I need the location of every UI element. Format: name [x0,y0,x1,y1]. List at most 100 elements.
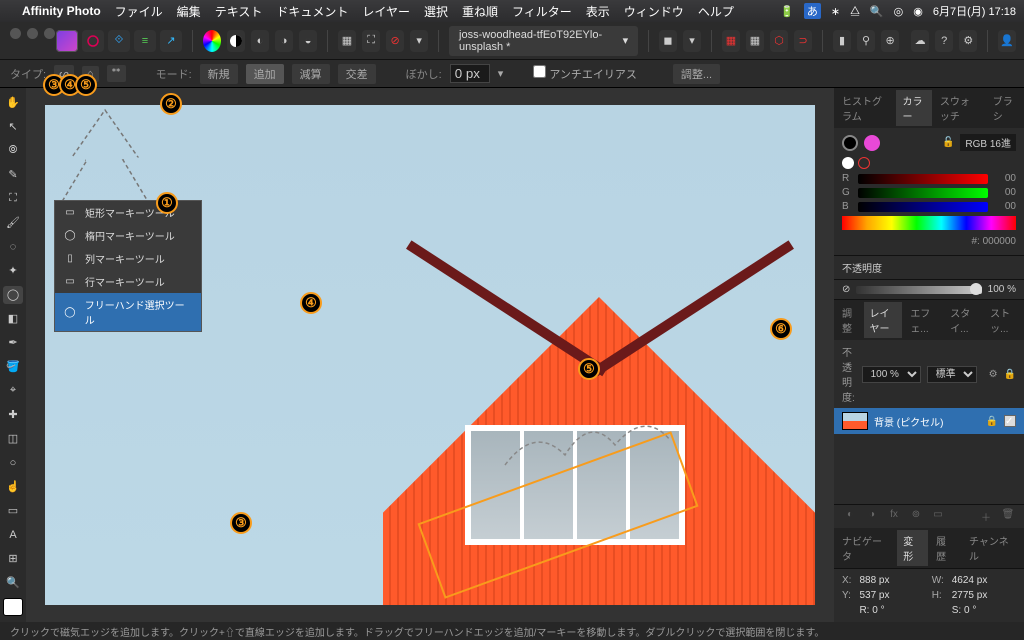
menu-document[interactable]: ドキュメント [276,3,348,20]
menu-text[interactable]: テキスト [215,3,263,20]
menu-help[interactable]: ヘルプ [698,3,734,20]
reset-swatch-icon[interactable] [842,157,854,169]
delete-layer-icon[interactable]: 🗑 [1000,509,1016,524]
canvas-area[interactable]: ▭矩形マーキーツール ◯楕円マーキーツール ▯列マーキーツール ▭行マーキーツー… [26,88,834,622]
flood-select-icon[interactable]: ✦ [3,262,23,280]
layer-row-bg[interactable]: 背景 (ピクセル) 🔒 ✓ [834,408,1024,434]
bg-swatch[interactable] [864,135,880,151]
mode-intersect[interactable]: 交差 [338,64,376,84]
marquee-tool-icon[interactable]: ◯ [3,286,23,304]
hand-tool-icon[interactable]: ✋ [3,94,23,112]
layer-gear-icon[interactable]: ⚙ [989,369,998,380]
crop-tool-icon[interactable]: ⛶ [3,190,23,208]
transform-s[interactable]: S: 0 ° [952,605,1016,616]
menu-select[interactable]: 選択 [424,3,448,20]
flyout-row-marquee[interactable]: ▭行マーキーツール [55,270,201,293]
account-icon[interactable]: 👤 [998,30,1016,52]
mode-subtract[interactable]: 減算 [292,64,330,84]
dropdown-icon[interactable]: ▾ [410,30,428,52]
menu-filter[interactable]: フィルター [512,3,572,20]
paintbrush-tool-icon[interactable]: 🖌 [3,214,23,232]
input-icon[interactable]: あ [804,3,821,19]
wifi-icon[interactable]: ⧋ [850,5,860,18]
siri-icon[interactable]: ◉ [913,5,923,18]
snap-icon[interactable]: ⬡ [770,30,788,52]
add-icon[interactable]: ⊕ [881,30,899,52]
fill-tool-icon[interactable]: 🪣 [3,358,23,376]
add-layer-icon[interactable]: ＋ [978,509,994,524]
dodge-tool-icon[interactable]: ○ [3,454,23,472]
document-tab[interactable]: joss-woodhead-tfEoT92EYlo-unsplash *▾ [449,26,638,56]
pen-tool-icon[interactable]: ✒ [3,334,23,352]
tab-histogram[interactable]: ヒストグラム [836,90,894,126]
hue-strip[interactable] [842,216,1016,230]
heal-tool-icon[interactable]: ✚ [3,406,23,424]
add-fx-icon[interactable]: fx [886,509,902,524]
search-icon[interactable]: 🔍 [870,5,884,18]
grid-red-icon[interactable]: ▦ [722,30,740,52]
menu-edit[interactable]: 編集 [177,3,201,20]
color-wheel-icon[interactable] [203,30,221,52]
bw-circle-icon[interactable] [227,30,245,52]
tab-layers[interactable]: レイヤー [864,302,903,338]
transform-r[interactable]: R: 0 ° [859,605,923,616]
tab-styles[interactable]: スタイ... [944,302,982,338]
grid-icon[interactable]: ▦ [746,30,764,52]
adjust-button[interactable]: 調整... [673,64,720,84]
persona-liquify-icon[interactable] [82,30,104,52]
layer-opacity-select[interactable]: 100 % [862,366,921,383]
transform-w[interactable]: 4624 px [952,575,1016,586]
add-adjust-icon[interactable]: ◑ [864,509,880,524]
clock[interactable]: 6月7日(月) 17:18 [933,3,1016,19]
magnet-icon[interactable]: ⊃ [794,30,812,52]
transform-h[interactable]: 2775 px [952,590,1016,601]
fg-swatch[interactable] [842,135,858,151]
quick-mask-icon[interactable]: ▾ [683,30,701,52]
group-icon[interactable]: ▭ [930,509,946,524]
zoom-tool-icon[interactable]: 🔍 [3,574,23,592]
layer-lock-state-icon[interactable]: 🔒 [986,416,998,427]
color-picker-icon[interactable]: ⦾ [3,142,23,160]
shape-tool-icon[interactable]: ▭ [3,502,23,520]
node-tool-icon[interactable]: ✎ [3,166,23,184]
window-controls[interactable] [0,22,65,39]
tab-transform[interactable]: 変形 [897,530,928,566]
gradient-tool-icon[interactable]: ◧ [3,310,23,328]
add-live-icon[interactable]: ⊚ [908,509,924,524]
blur-input[interactable] [450,64,490,83]
help-icon[interactable]: ? [935,30,953,52]
add-mask-icon[interactable]: ◐ [842,509,858,524]
flyout-freehand-select[interactable]: ◯フリーハンド選択ツール [55,293,201,331]
persona-tone-icon[interactable]: ≡ [134,30,156,52]
r-slider[interactable]: R00 [842,173,1016,184]
text-tool-icon[interactable]: A [3,526,23,544]
tab-effects[interactable]: エフェ... [904,302,942,338]
g-slider[interactable]: G00 [842,187,1016,198]
bluetooth-icon[interactable]: ∗ [831,5,840,18]
assistant-icon[interactable]: ▮ [833,30,851,52]
foreground-swatch[interactable] [3,598,23,616]
blur-dropdown-icon[interactable]: ▾ [498,67,504,80]
tab-swatch[interactable]: スウォッチ [934,90,985,126]
none-swatch-icon[interactable] [858,157,870,169]
antialias-checkbox[interactable]: アンチエイリアス [533,65,637,82]
stack-icon[interactable]: ▦ [338,30,356,52]
opacity-slider[interactable] [856,286,981,294]
menu-file[interactable]: ファイル [115,3,163,20]
opacity-none-icon[interactable]: ⊘ [842,284,850,295]
color-mode-select[interactable]: RGB 16進 [960,134,1016,151]
mode-add[interactable]: 追加 [246,64,284,84]
persona-export-icon[interactable]: ↗ [160,30,182,52]
flyout-ellipse-marquee[interactable]: ◯楕円マーキーツール [55,224,201,247]
crop-icon[interactable]: ⛶ [362,30,380,52]
blend-mode-select[interactable]: 標準 [927,366,977,383]
autocolor-icon[interactable]: ◒ [299,30,317,52]
tab-color[interactable]: カラー [896,90,931,126]
flyout-column-marquee[interactable]: ▯列マーキーツール [55,247,201,270]
mask-icon[interactable]: ◼ [659,30,677,52]
cloud-icon[interactable]: ☁ [911,30,929,52]
transform-x[interactable]: 888 px [859,575,923,586]
transform-y[interactable]: 537 px [859,590,923,601]
b-slider[interactable]: B00 [842,201,1016,212]
lock-icon[interactable]: ⚲ [857,30,875,52]
